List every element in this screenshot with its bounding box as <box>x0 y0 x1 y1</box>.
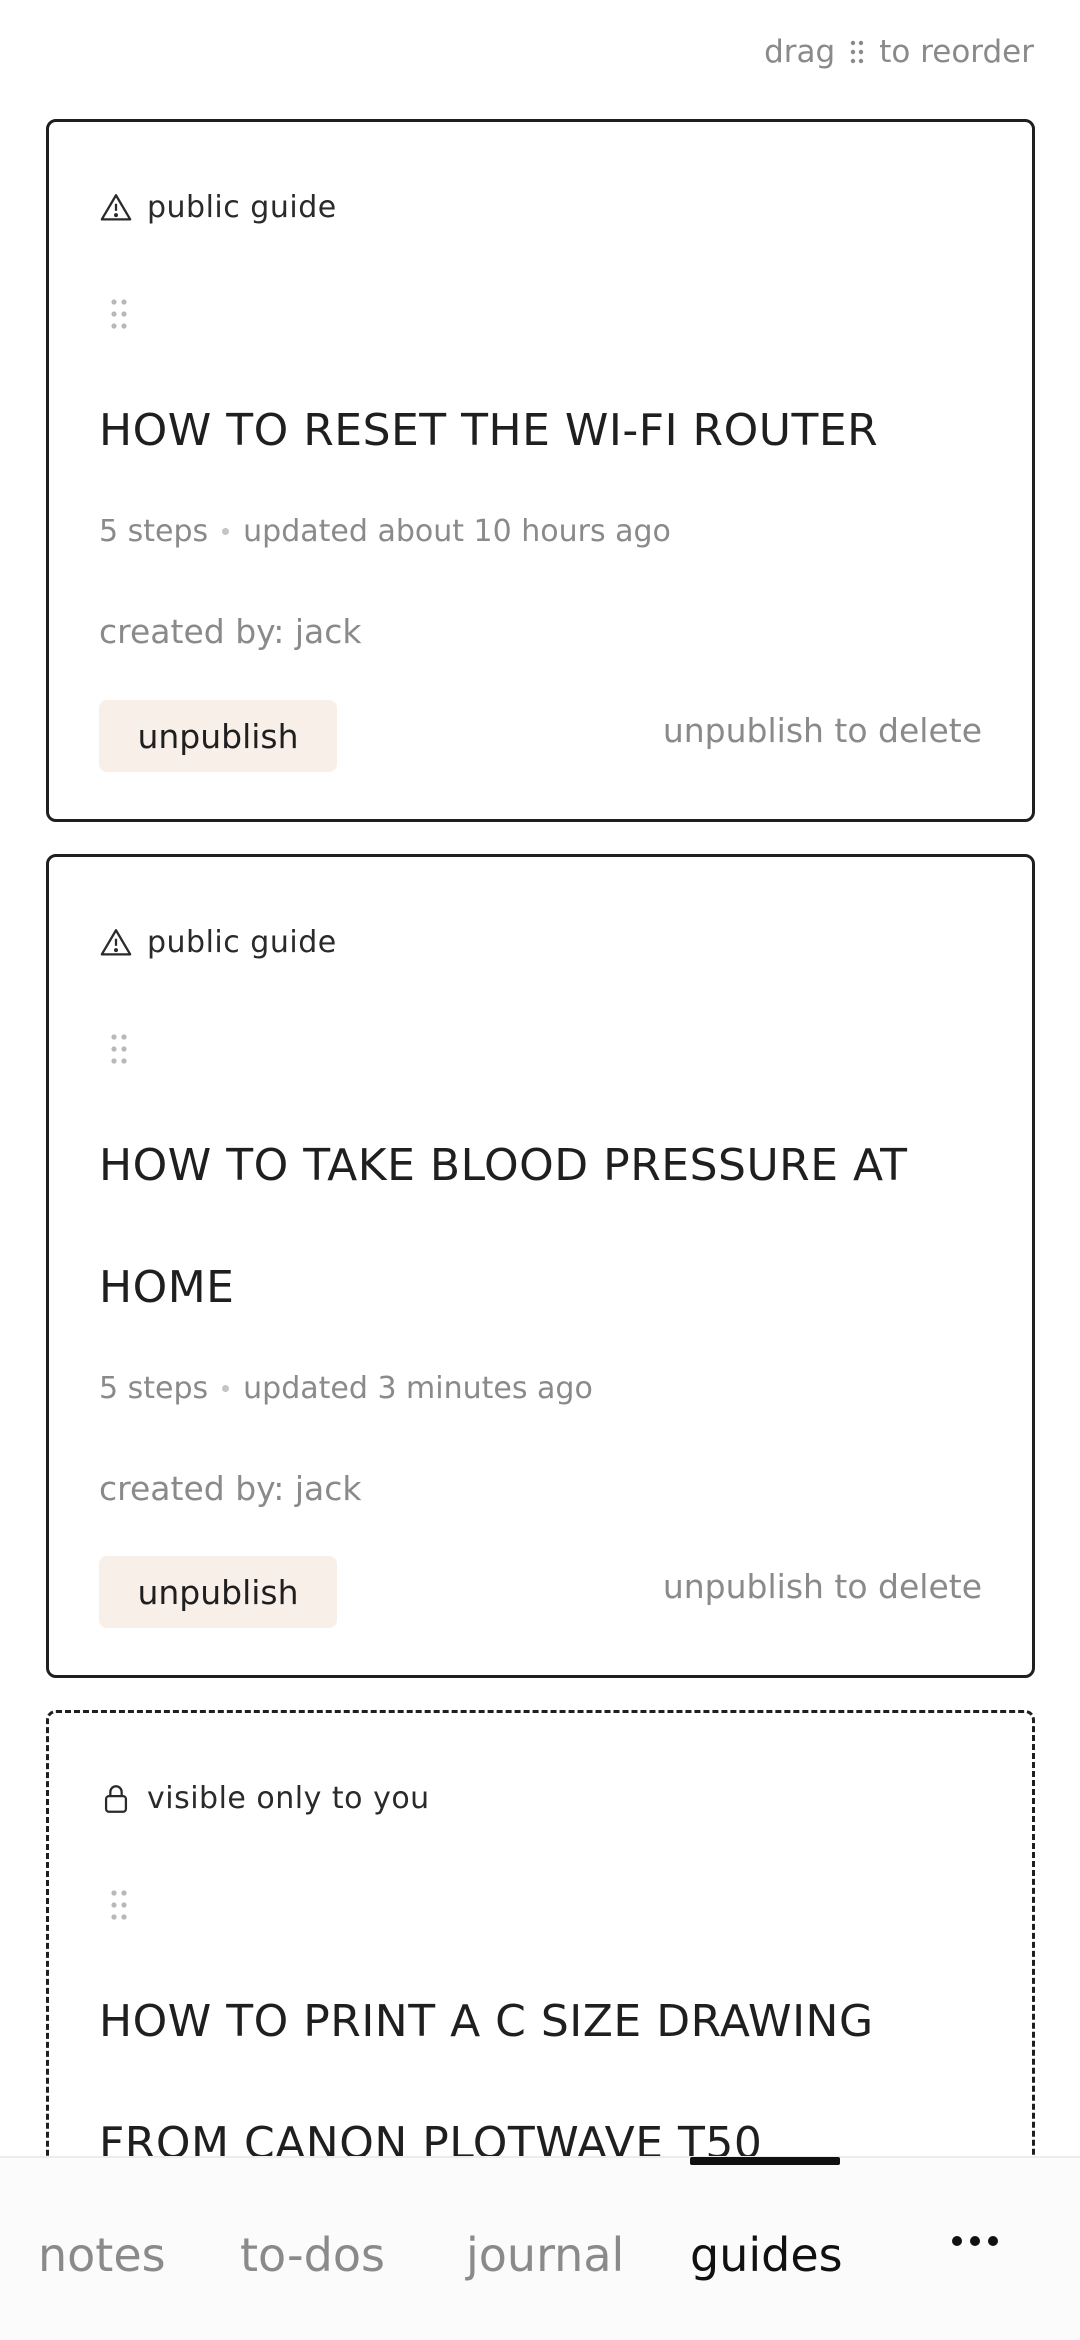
guide-title-line: HOME <box>99 1262 235 1313</box>
visibility-text: visible only to you <box>147 1781 430 1816</box>
guide-title[interactable]: HOW TO TAKE BLOOD PRESSURE AT HOME <box>99 1105 982 1349</box>
reorder-hint: drag to reorder <box>764 34 1034 70</box>
guide-title-line: HOW TO PRINT A C SIZE DRAWING <box>99 1996 874 2047</box>
tab-journal[interactable]: journal <box>466 2228 624 2282</box>
tab-notes[interactable]: notes <box>38 2228 166 2282</box>
guide-title[interactable]: HOW TO RESET THE WI-FI ROUTER <box>99 370 982 492</box>
updated-time: updated 3 minutes ago <box>243 1371 593 1406</box>
updated-time: updated about 10 hours ago <box>243 514 671 549</box>
warning-icon <box>100 928 132 955</box>
more-dot <box>970 2236 980 2246</box>
creator-label: created by: jack <box>99 1469 362 1508</box>
delete-hint: unpublish to delete <box>662 711 982 750</box>
separator-dot <box>222 1385 230 1392</box>
tab-to-dos[interactable]: to-dos <box>240 2228 385 2282</box>
steps-count: 5 steps <box>99 514 209 549</box>
guide-title-line: HOW TO RESET THE WI-FI ROUTER <box>99 405 879 456</box>
drag-handle-icon[interactable] <box>109 1032 131 1066</box>
lock-icon <box>104 1784 128 1813</box>
bottom-tab-bar: notes to-dos journal guides <box>0 2156 1080 2340</box>
guide-card[interactable]: public guide HOW TO RESET THE WI-FI ROUT… <box>46 119 1035 822</box>
guides-screen: drag to reorder public guide HOW TO RESE… <box>0 0 1080 2340</box>
warning-icon <box>100 193 132 220</box>
reorder-hint-prefix: drag <box>764 34 836 70</box>
active-tab-indicator <box>690 2157 840 2165</box>
more-dot <box>988 2236 998 2246</box>
separator-dot <box>222 528 230 535</box>
visibility-text: public guide <box>147 925 337 960</box>
reorder-hint-suffix: to reorder <box>879 34 1034 70</box>
guide-title-line: HOW TO TAKE BLOOD PRESSURE AT <box>99 1140 908 1191</box>
more-menu-icon[interactable] <box>952 2236 998 2246</box>
visibility-label: public guide <box>99 925 337 960</box>
drag-handle-icon[interactable] <box>109 1888 131 1922</box>
steps-count: 5 steps <box>99 1371 209 1406</box>
visibility-text: public guide <box>147 190 337 225</box>
guide-meta: 5 steps updated 3 minutes ago <box>99 1371 593 1406</box>
creator-label: created by: jack <box>99 612 362 651</box>
tab-guides[interactable]: guides <box>690 2228 843 2282</box>
drag-handle-icon <box>851 40 864 64</box>
visibility-label: visible only to you <box>99 1781 430 1816</box>
unpublish-button[interactable]: unpublish <box>99 1556 337 1628</box>
unpublish-button[interactable]: unpublish <box>99 700 337 772</box>
delete-hint: unpublish to delete <box>662 1567 982 1606</box>
guide-meta: 5 steps updated about 10 hours ago <box>99 514 671 549</box>
drag-handle-icon[interactable] <box>109 297 131 331</box>
more-dot <box>952 2236 962 2246</box>
visibility-label: public guide <box>99 190 337 225</box>
guide-card[interactable]: public guide HOW TO TAKE BLOOD PRESSURE … <box>46 854 1035 1678</box>
